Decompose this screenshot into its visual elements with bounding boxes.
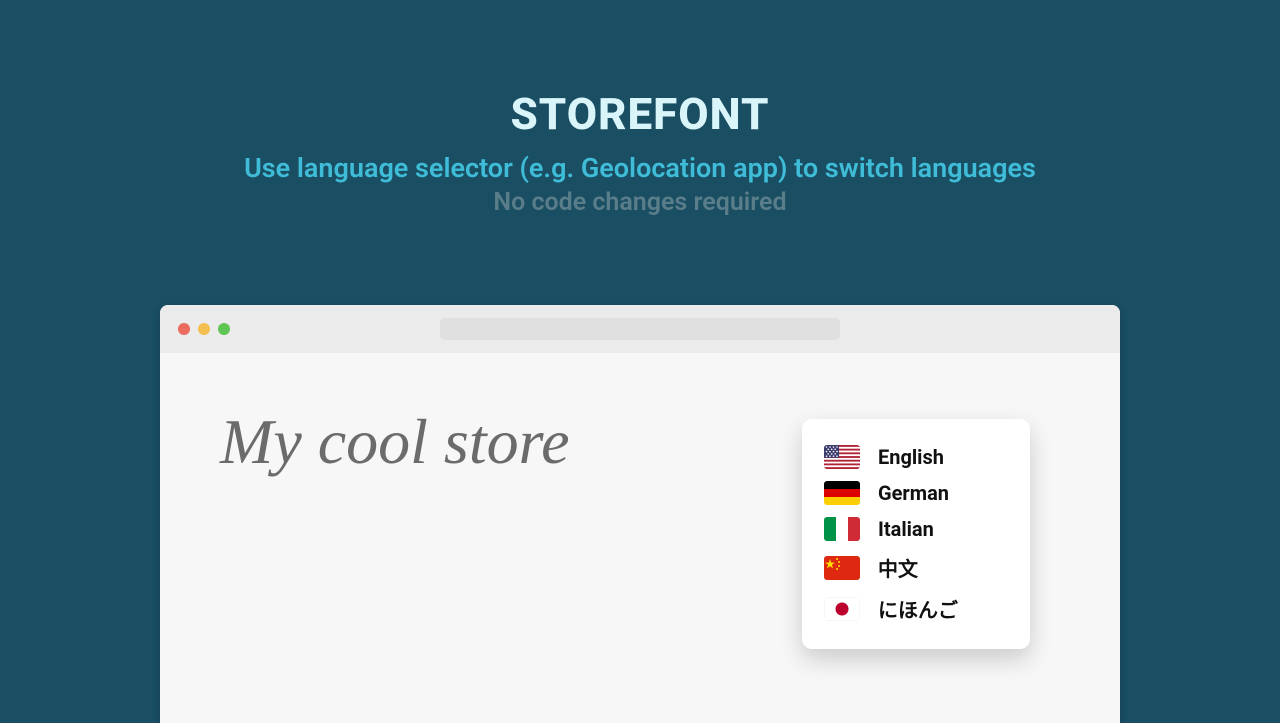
url-bar[interactable] — [440, 318, 840, 340]
flag-it-icon — [824, 517, 860, 541]
flag-cn-icon — [824, 556, 860, 580]
browser-content: My cool store English — [160, 353, 1120, 723]
language-label: English — [878, 445, 944, 469]
language-option-chinese[interactable]: 中文 — [820, 547, 1012, 588]
page-subtitle: Use language selector (e.g. Geolocation … — [0, 152, 1280, 184]
language-option-english[interactable]: English — [820, 439, 1012, 475]
browser-window: My cool store English — [160, 305, 1120, 723]
header: STOREFONT Use language selector (e.g. Ge… — [0, 88, 1280, 217]
close-icon[interactable] — [178, 323, 190, 335]
maximize-icon[interactable] — [218, 323, 230, 335]
language-selector[interactable]: English German — [802, 419, 1030, 649]
language-label: 中文 — [878, 553, 918, 582]
language-option-german[interactable]: German — [820, 475, 1012, 511]
store-title: My cool store — [220, 405, 570, 479]
page-title: STOREFONT — [0, 88, 1280, 140]
window-controls — [178, 323, 230, 335]
language-label: にほんご — [878, 594, 958, 623]
language-option-italian[interactable]: Italian — [820, 511, 1012, 547]
flag-de-icon — [824, 481, 860, 505]
minimize-icon[interactable] — [198, 323, 210, 335]
flag-jp-icon — [824, 597, 860, 621]
language-label: Italian — [878, 517, 934, 541]
page-note: No code changes required — [0, 188, 1280, 217]
browser-titlebar — [160, 305, 1120, 353]
language-option-japanese[interactable]: にほんご — [820, 588, 1012, 629]
flag-us-icon — [824, 445, 860, 469]
language-label: German — [878, 481, 949, 505]
